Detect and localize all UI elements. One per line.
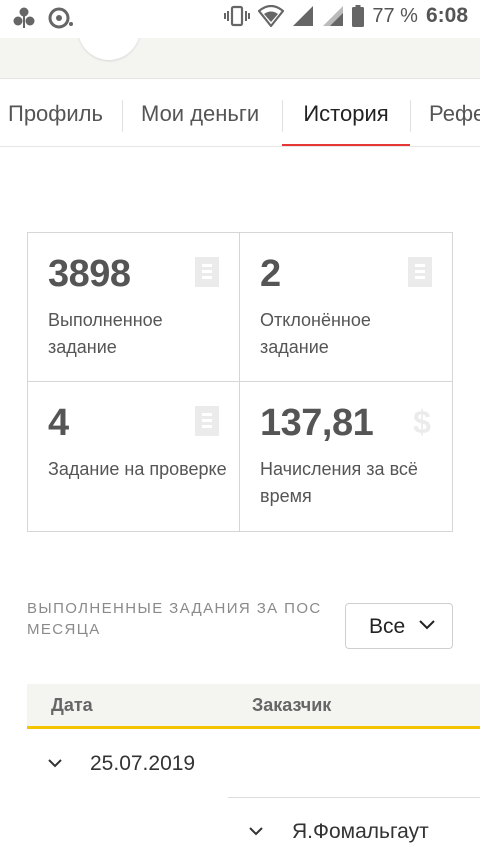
table-row-customer[interactable]: Я.Фомальгаут <box>228 798 480 854</box>
tab-bar: Профиль Мои деньги История Рефе <box>0 80 480 147</box>
stat-value: 137,81 <box>260 402 374 444</box>
tab-divider <box>122 100 123 132</box>
table-header: Дата Заказчик <box>27 684 480 729</box>
signal-icon <box>323 6 344 26</box>
battery-icon <box>352 5 365 27</box>
stat-completed: 3898 Выполненное задание <box>28 233 240 382</box>
section-title-line: МЕСЯЦА <box>27 621 101 638</box>
dollar-icon: $ <box>413 406 431 438</box>
section-title: ВЫПОЛНЕННЫЕ ЗАДАНИЯ ЗА ПОС МЕСЯЦА <box>27 598 349 640</box>
stat-in-review: 4 Задание на проверке <box>28 382 240 531</box>
stat-earnings: 137,81 Начисления за всё время $ <box>240 382 452 531</box>
document-icon <box>195 257 219 287</box>
svg-text:$: $ <box>413 406 431 438</box>
document-icon <box>195 406 219 436</box>
stat-value: 4 <box>48 402 69 444</box>
status-bar: 77 % 6:08 <box>0 0 480 38</box>
tab-referrals[interactable]: Рефе <box>429 80 480 146</box>
document-icon <box>408 257 432 287</box>
row-customer: Я.Фомальгаут <box>292 820 429 843</box>
tab-history[interactable]: История <box>282 80 410 146</box>
row-date: 25.07.2019 <box>90 752 196 775</box>
section-title-line: ВЫПОЛНЕННЫЕ ЗАДАНИЯ ЗА ПОС <box>27 600 322 617</box>
tab-my-money[interactable]: Мои деньги <box>141 80 259 146</box>
chevron-down-icon <box>419 620 435 630</box>
column-header-date[interactable]: Дата <box>51 695 93 716</box>
period-filter-dropdown[interactable]: Все <box>345 603 453 649</box>
profile-header <box>0 38 480 79</box>
tab-divider <box>410 100 411 132</box>
stats-grid: 3898 Выполненное задание 2 Отклонённое з… <box>27 232 453 532</box>
tab-profile[interactable]: Профиль <box>8 80 103 146</box>
stat-label: Отклонённое задание <box>260 310 371 357</box>
stat-label: Задание на проверке <box>48 459 227 479</box>
vibrate-icon <box>224 5 251 27</box>
stat-label: Выполненное задание <box>48 310 163 357</box>
wifi-icon <box>258 5 285 27</box>
stat-value: 2 <box>260 253 281 295</box>
table-row-date-group[interactable]: 25.07.2019 <box>27 732 480 798</box>
clock: 6:08 <box>425 4 468 27</box>
stat-rejected: 2 Отклонённое задание <box>240 233 452 382</box>
dropdown-value: Все <box>369 615 406 638</box>
chevron-down-icon[interactable] <box>248 826 264 836</box>
stat-value: 3898 <box>48 253 131 295</box>
stat-label: Начисления за всё время <box>260 459 418 506</box>
app-icon <box>13 7 35 28</box>
chevron-down-icon[interactable] <box>47 758 63 768</box>
column-header-customer[interactable]: Заказчик <box>252 695 331 716</box>
battery-percent: 77 % <box>372 4 418 27</box>
alarm-icon <box>48 7 73 29</box>
signal-icon <box>293 6 314 26</box>
avatar[interactable] <box>78 38 140 60</box>
